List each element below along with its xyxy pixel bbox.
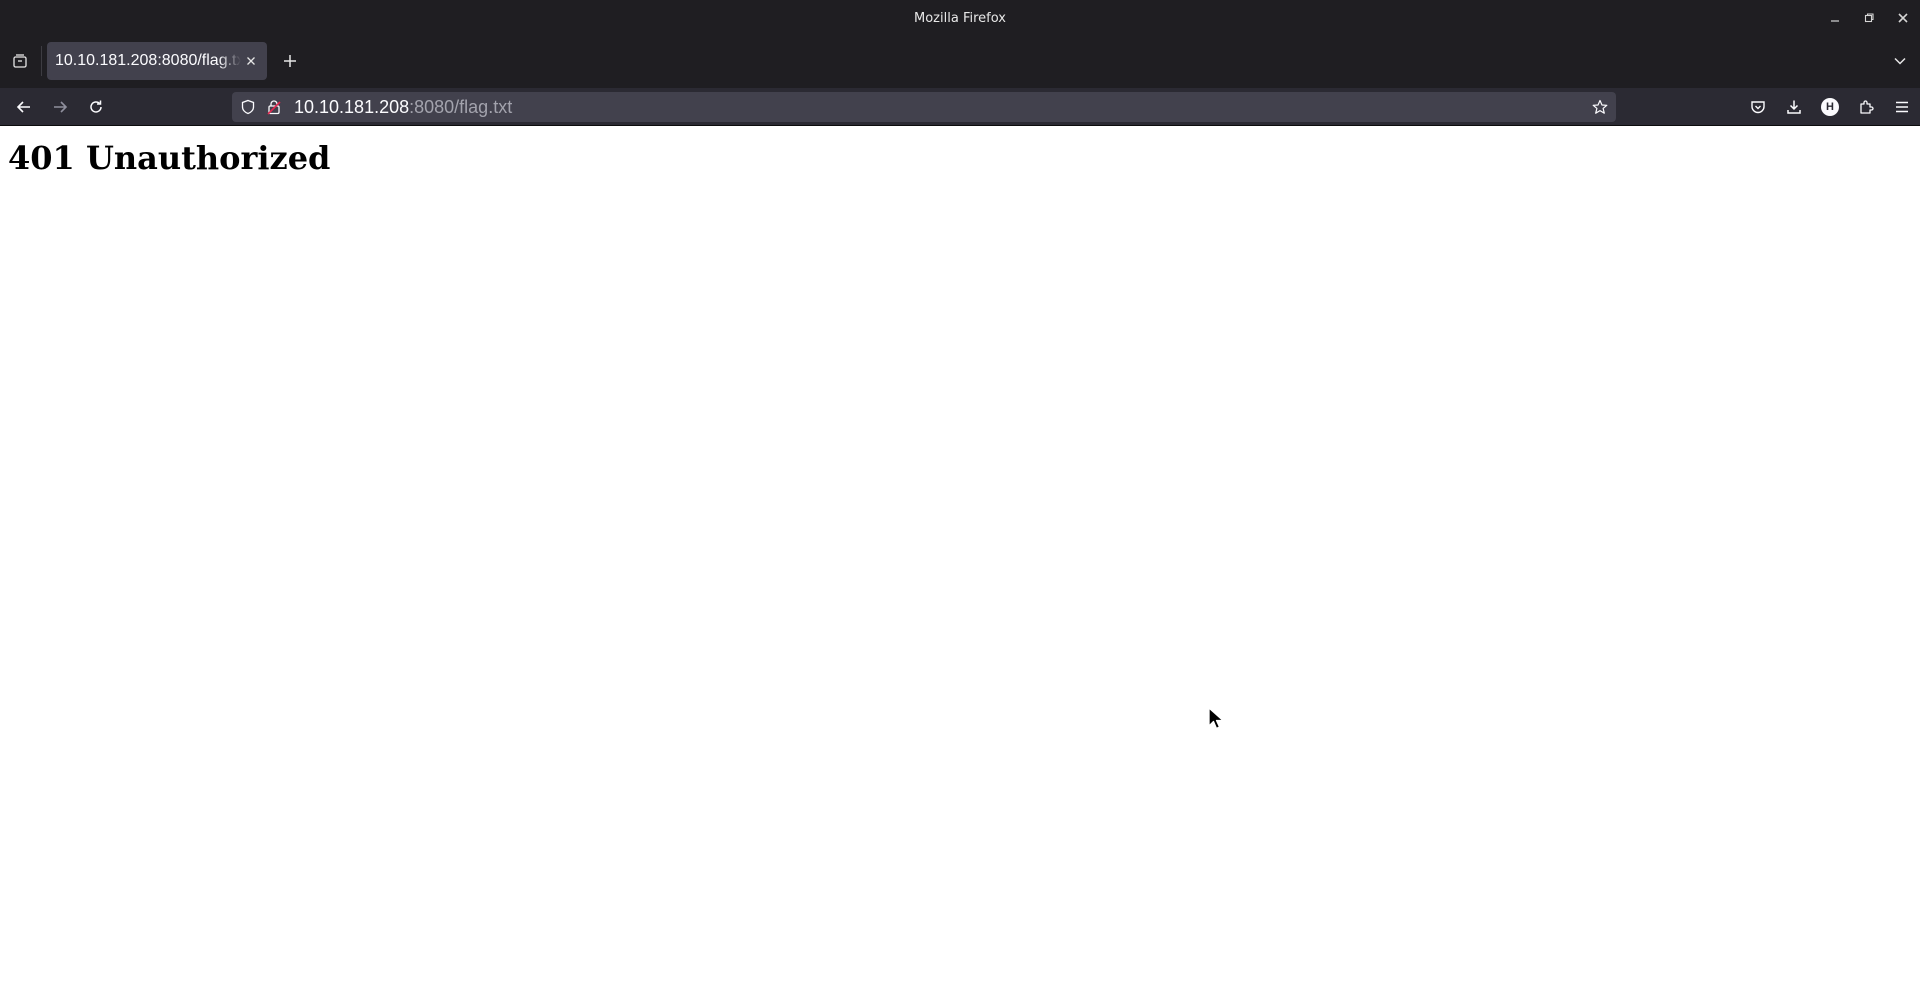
- extensions-button[interactable]: [1848, 93, 1884, 121]
- lock-warning-icon: [267, 100, 281, 115]
- tab-strip: 10.10.181.208:8080/flag.txt: [0, 36, 1920, 88]
- tab-label: 10.10.181.208:8080/flag.txt: [55, 52, 241, 69]
- window-title: Mozilla Firefox: [914, 10, 1006, 26]
- forward-button[interactable]: [46, 93, 74, 121]
- url-text[interactable]: 10.10.181.208:8080/flag.txt: [294, 92, 512, 122]
- account-button[interactable]: H: [1812, 93, 1848, 121]
- page-content: 401 Unauthorized: [0, 127, 1920, 994]
- pocket-icon: [1751, 101, 1765, 114]
- reload-icon: [90, 100, 102, 113]
- list-all-tabs-button[interactable]: [1888, 48, 1912, 74]
- extensions-icon: [1860, 100, 1874, 114]
- forward-arrow-icon: [54, 101, 68, 113]
- mouse-cursor-icon: [1208, 707, 1224, 730]
- back-button[interactable]: [10, 93, 38, 121]
- tab-active[interactable]: 10.10.181.208:8080/flag.txt: [47, 42, 267, 80]
- tracking-protection-button[interactable]: [238, 97, 258, 117]
- maximize-button[interactable]: [1852, 0, 1886, 36]
- tab-close-button[interactable]: [241, 51, 261, 71]
- close-window-button[interactable]: [1886, 0, 1920, 36]
- maximize-icon: [1864, 13, 1874, 23]
- tab-separator: [41, 46, 42, 76]
- back-arrow-icon: [16, 101, 30, 113]
- navigation-toolbar: 10.10.181.208:8080/flag.txt H: [0, 88, 1920, 126]
- chevron-down-icon: [1894, 57, 1906, 65]
- url-path: :8080/flag.txt: [409, 97, 513, 117]
- star-icon: [1592, 99, 1608, 114]
- bookmark-star-button[interactable]: [1590, 97, 1610, 117]
- tab-manager-button[interactable]: [8, 48, 32, 74]
- minimize-button[interactable]: [1818, 0, 1852, 36]
- new-tab-button[interactable]: [278, 48, 302, 74]
- plus-icon: [284, 55, 296, 67]
- tab-close-icon: [247, 57, 255, 65]
- hamburger-menu-icon: [1896, 101, 1908, 113]
- minimize-icon: [1831, 20, 1839, 22]
- downloads-button[interactable]: [1776, 93, 1812, 121]
- url-bar[interactable]: 10.10.181.208:8080/flag.txt: [232, 92, 1616, 122]
- toolbar-right: H: [1740, 93, 1920, 121]
- download-icon: [1787, 100, 1801, 114]
- page-heading: 401 Unauthorized: [8, 139, 331, 177]
- window-titlebar: Mozilla Firefox: [0, 0, 1920, 36]
- account-icon: H: [1821, 98, 1839, 116]
- window-controls: [1818, 0, 1920, 36]
- reload-button[interactable]: [82, 93, 110, 121]
- close-icon: [1898, 13, 1908, 23]
- pocket-button[interactable]: [1740, 93, 1776, 121]
- site-security-button[interactable]: [264, 97, 284, 117]
- url-host: 10.10.181.208: [294, 97, 410, 117]
- tab-manager-icon: [13, 54, 27, 68]
- app-menu-button[interactable]: [1884, 93, 1920, 121]
- shield-icon: [241, 99, 255, 115]
